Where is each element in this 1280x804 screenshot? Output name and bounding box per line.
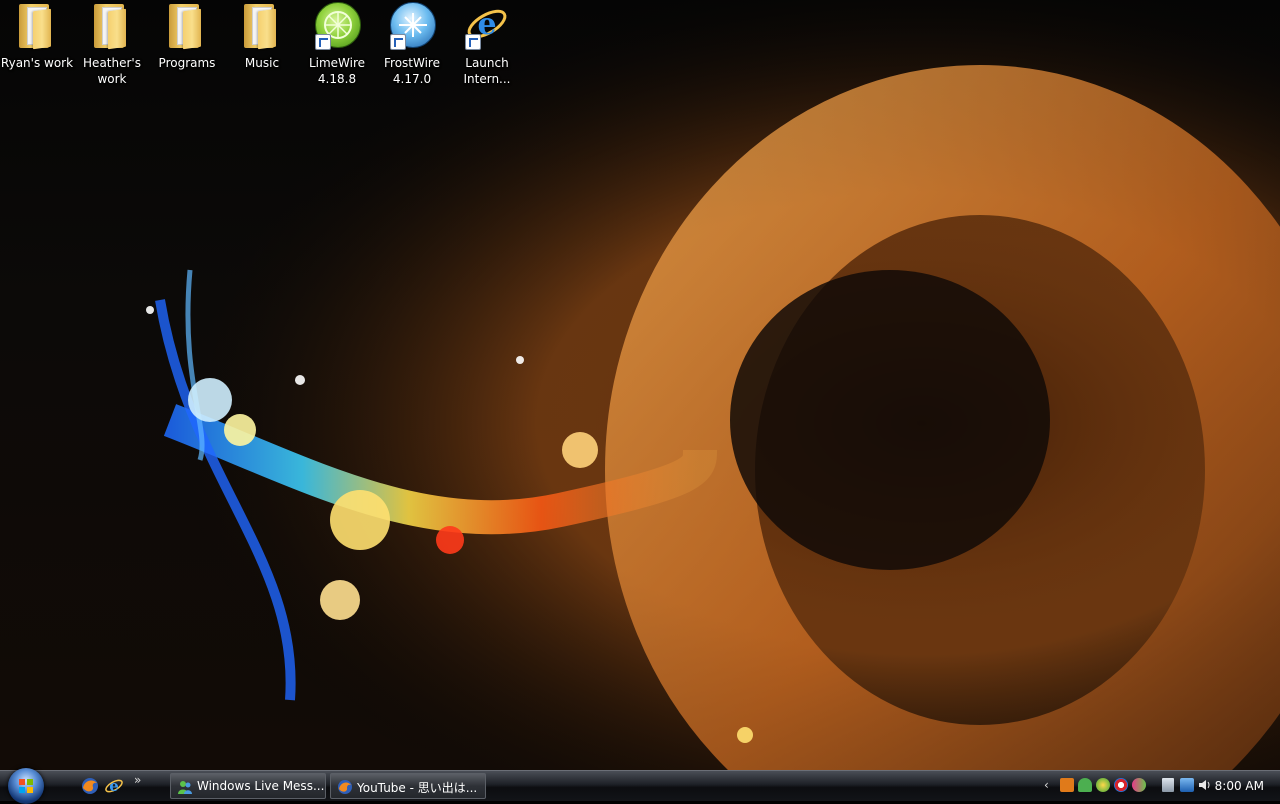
desktop-icon-heathers-work[interactable]: Heather's work — [75, 2, 149, 87]
shortcut-arrow-icon — [315, 34, 331, 50]
desktop-icon-label: Programs — [158, 56, 216, 70]
internet-explorer-icon[interactable]: e — [104, 776, 124, 796]
desktop-icon-label: Heather's work — [83, 56, 141, 86]
quick-launch-more-button[interactable]: » — [134, 773, 141, 787]
system-tray: ‹ 8:00 AM — [1040, 771, 1280, 801]
taskbar: e » Windows Live Mess... YouTube - 思い出は.… — [0, 768, 1280, 804]
task-button-label: Windows Live Mess... — [197, 779, 325, 793]
desktop-icon-label: FrostWire 4.17.0 — [384, 56, 440, 86]
firefox-icon — [338, 780, 352, 794]
tray-network-icon[interactable] — [1132, 778, 1146, 792]
tray-monitor-icon[interactable] — [1180, 778, 1194, 792]
svg-text:e: e — [109, 777, 119, 795]
task-button-youtube-firefox[interactable]: YouTube - 思い出は... — [330, 773, 486, 799]
shortcut-arrow-icon — [465, 34, 481, 50]
desktop-icon-limewire[interactable]: LimeWire 4.18.8 — [300, 2, 374, 87]
desktop-icon-frostwire[interactable]: FrostWire 4.17.0 — [375, 2, 449, 87]
tray-msn-icon[interactable] — [1114, 778, 1128, 792]
tray-volume-icon[interactable] — [1198, 778, 1212, 792]
desktop-icon-label: Ryan's work — [0, 56, 74, 70]
desktop-icon-music[interactable]: Music — [225, 2, 299, 71]
desktop-icon-programs[interactable]: Programs — [150, 2, 224, 71]
folder-icon — [19, 4, 51, 50]
start-button[interactable] — [8, 768, 44, 804]
folder-icon — [244, 4, 276, 50]
tray-app-icon[interactable] — [1060, 778, 1074, 792]
folder-icon — [169, 4, 201, 50]
tray-user-icon[interactable] — [1078, 778, 1092, 792]
desktop-icon-label: Music — [244, 56, 280, 70]
windows-logo-icon — [19, 779, 33, 793]
task-button-label: YouTube - 思い出は... — [357, 781, 478, 795]
shortcut-arrow-icon — [390, 34, 406, 50]
tray-display-icon[interactable] — [1162, 778, 1174, 792]
desktop-icon-label: Launch Intern... — [463, 56, 511, 86]
desktop-wallpaper — [0, 0, 1280, 770]
clock[interactable]: 8:00 AM — [1215, 779, 1264, 793]
messenger-icon — [178, 781, 192, 794]
desktop-icon-internet-explorer[interactable]: e Launch Intern... — [450, 2, 524, 87]
task-button-windows-live-messenger[interactable]: Windows Live Mess... — [170, 773, 326, 799]
desktop-icon-ryans-work[interactable]: Ryan's work — [0, 2, 74, 71]
show-hidden-icons-button[interactable]: ‹ — [1044, 778, 1049, 792]
firefox-icon[interactable] — [80, 776, 100, 796]
tray-sync-icon[interactable] — [1096, 778, 1110, 792]
folder-icon — [94, 4, 126, 50]
desktop-icon-label: LimeWire 4.18.8 — [308, 56, 366, 86]
